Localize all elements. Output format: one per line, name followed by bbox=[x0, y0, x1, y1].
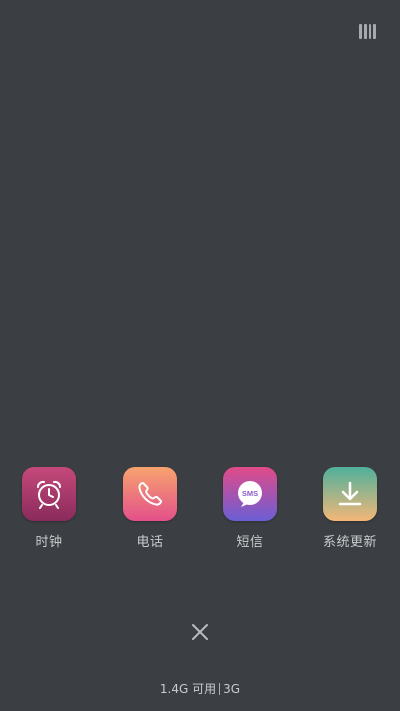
memory-status: 1.4G 可用 3G bbox=[0, 680, 400, 697]
clear-all-button[interactable] bbox=[188, 620, 212, 644]
app-clock[interactable]: 时钟 bbox=[4, 467, 94, 550]
app-label-sms: 短信 bbox=[236, 535, 264, 550]
download-icon bbox=[323, 467, 377, 521]
app-label-clock: 时钟 bbox=[35, 535, 63, 550]
memory-available-text: 1.4G 可用 bbox=[159, 682, 217, 696]
alarm-clock-icon bbox=[22, 467, 76, 521]
toggle-bar bbox=[368, 24, 372, 39]
app-phone[interactable]: 电话 bbox=[105, 467, 195, 550]
phone-icon bbox=[123, 467, 177, 521]
status-divider bbox=[219, 683, 221, 695]
toggle-bar bbox=[363, 24, 367, 39]
sms-bubble-icon: SMS bbox=[223, 467, 277, 521]
toggle-bar bbox=[359, 24, 362, 39]
app-sms[interactable]: SMS 短信 bbox=[205, 467, 295, 550]
toggle-bar bbox=[373, 24, 376, 39]
network-type-text: 3G bbox=[223, 682, 241, 696]
sms-bubble-text: SMS bbox=[242, 489, 258, 498]
recent-apps-row: 时钟 电话 SMS 短信 系统更新 bbox=[0, 467, 400, 557]
app-label-phone: 电话 bbox=[136, 535, 164, 550]
app-label-system-update: 系统更新 bbox=[322, 535, 377, 550]
close-icon bbox=[192, 624, 208, 640]
app-system-update[interactable]: 系统更新 bbox=[305, 467, 395, 550]
view-toggle-icon[interactable] bbox=[359, 24, 376, 39]
